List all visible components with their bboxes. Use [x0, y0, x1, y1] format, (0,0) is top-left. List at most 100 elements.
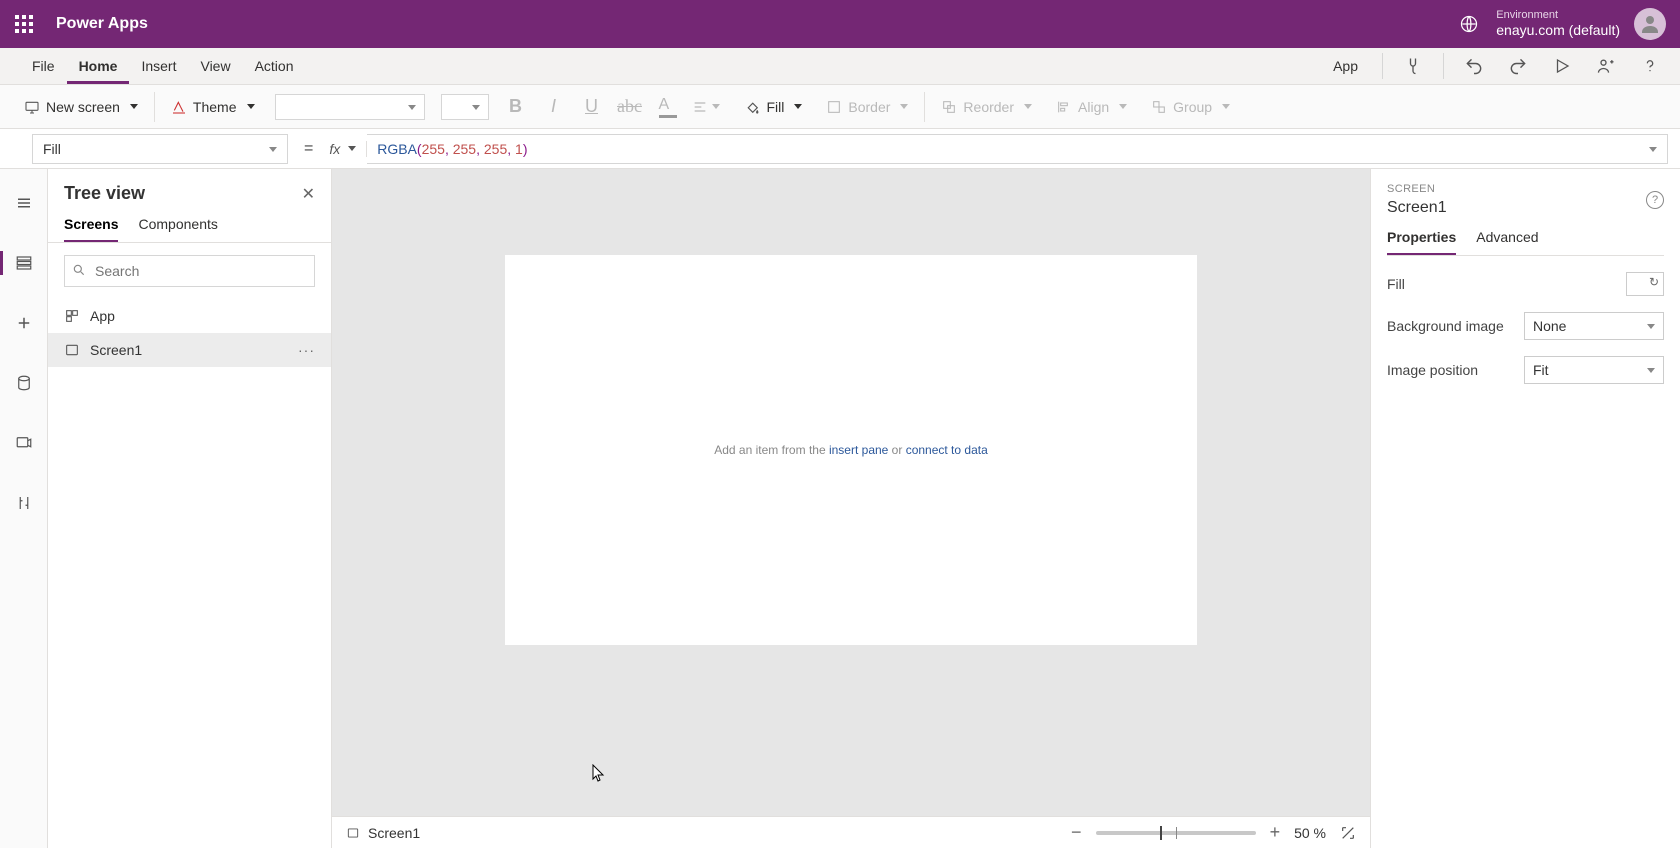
- reorder-button[interactable]: Reorder: [929, 85, 1044, 128]
- zoom-in-button[interactable]: +: [1270, 822, 1281, 843]
- tree-list: App Screen1 ···: [48, 299, 331, 848]
- status-crumb[interactable]: Screen1: [368, 825, 420, 841]
- formula-input[interactable]: RGBA(255, 255, 255, 1): [367, 134, 1668, 164]
- menu-insert[interactable]: Insert: [129, 48, 188, 84]
- theme-icon: [171, 99, 187, 115]
- prop-fill-swatch[interactable]: [1626, 272, 1664, 296]
- app-object-button[interactable]: App: [1321, 58, 1370, 74]
- info-icon[interactable]: ?: [1646, 191, 1664, 209]
- rail-advanced-tools-icon[interactable]: [0, 483, 48, 523]
- separator: [924, 92, 925, 122]
- fx-label: fx: [329, 141, 340, 157]
- border-label: Border: [848, 99, 890, 115]
- menu-view[interactable]: View: [188, 48, 242, 84]
- group-button[interactable]: Group: [1139, 85, 1242, 128]
- rail-media-icon[interactable]: [0, 423, 48, 463]
- italic-button[interactable]: I: [535, 85, 573, 128]
- theme-button[interactable]: Theme: [159, 85, 267, 128]
- menu-bar: File Home Insert View Action App: [0, 48, 1680, 85]
- rail-hamburger-icon[interactable]: [0, 183, 48, 223]
- fx-button[interactable]: fx: [329, 141, 367, 157]
- tree-item-label: Screen1: [90, 342, 142, 358]
- redo-icon[interactable]: [1500, 48, 1536, 84]
- props-caption: SCREEN: [1387, 183, 1646, 195]
- environment-label: Environment: [1496, 9, 1620, 22]
- tab-advanced[interactable]: Advanced: [1476, 229, 1538, 255]
- close-icon[interactable]: ✕: [302, 184, 315, 204]
- font-family-dropdown[interactable]: [275, 94, 425, 120]
- bold-button[interactable]: B: [497, 85, 535, 128]
- formula-bar: Fill = fx RGBA(255, 255, 255, 1): [0, 129, 1680, 169]
- font-color-button[interactable]: A: [649, 85, 687, 128]
- app-launcher-icon[interactable]: [14, 14, 34, 34]
- menu-file[interactable]: File: [20, 48, 67, 84]
- body: Tree view ✕ Screens Components App Scree…: [0, 169, 1680, 848]
- app-checker-icon[interactable]: [1395, 48, 1431, 84]
- menu-home[interactable]: Home: [67, 48, 130, 84]
- equals-label: =: [288, 140, 329, 158]
- insert-pane-link[interactable]: insert pane: [829, 443, 888, 457]
- tree-item-screen1[interactable]: Screen1 ···: [48, 333, 331, 367]
- undo-icon[interactable]: [1456, 48, 1492, 84]
- canvas-screen[interactable]: Add an item from the insert pane or conn…: [505, 255, 1197, 645]
- play-icon[interactable]: [1544, 48, 1580, 84]
- environment-icon[interactable]: [1456, 11, 1482, 37]
- align-icon: [692, 99, 708, 115]
- user-avatar[interactable]: [1634, 8, 1666, 40]
- screen-icon: [24, 99, 40, 115]
- paint-bucket-icon: [743, 98, 761, 116]
- share-icon[interactable]: [1588, 48, 1624, 84]
- property-selector-label: Fill: [43, 141, 61, 157]
- align-button[interactable]: Align: [1044, 85, 1139, 128]
- environment-name: enayu.com (default): [1496, 22, 1620, 39]
- underline-button[interactable]: U: [573, 85, 611, 128]
- border-button[interactable]: Border: [814, 85, 920, 128]
- title-bar: Power Apps Environment enayu.com (defaul…: [0, 0, 1680, 48]
- screen-icon: [346, 826, 360, 840]
- props-screen-name: Screen1: [1387, 199, 1646, 217]
- separator: [1443, 53, 1444, 79]
- tab-components[interactable]: Components: [138, 216, 217, 242]
- connect-data-link[interactable]: connect to data: [906, 443, 988, 457]
- screen-icon: [64, 342, 80, 358]
- strikethrough-button[interactable]: abc: [611, 85, 649, 128]
- align-label: Align: [1078, 99, 1109, 115]
- canvas-hint: Add an item from the insert pane or conn…: [714, 443, 988, 457]
- property-selector[interactable]: Fill: [32, 134, 288, 164]
- tree-item-label: App: [90, 308, 115, 324]
- canvas-area: Add an item from the insert pane or conn…: [332, 169, 1370, 848]
- tab-properties[interactable]: Properties: [1387, 229, 1456, 255]
- zoom-slider[interactable]: [1096, 831, 1256, 835]
- new-screen-button[interactable]: New screen: [12, 85, 150, 128]
- prop-fill-label: Fill: [1387, 276, 1616, 292]
- text-align-button[interactable]: [687, 85, 725, 128]
- prop-bg-select[interactable]: None: [1524, 312, 1664, 340]
- rail-data-icon[interactable]: [0, 363, 48, 403]
- app-icon: [64, 308, 80, 324]
- more-icon[interactable]: ···: [298, 342, 315, 358]
- fill-label: Fill: [767, 99, 785, 115]
- separator: [1382, 53, 1383, 79]
- prop-imgpos-select[interactable]: Fit: [1524, 356, 1664, 384]
- border-icon: [826, 99, 842, 115]
- tree-item-app[interactable]: App: [48, 299, 331, 333]
- font-size-dropdown[interactable]: [441, 94, 489, 120]
- fit-screen-icon[interactable]: [1340, 825, 1356, 841]
- menu-action[interactable]: Action: [243, 48, 306, 84]
- help-icon[interactable]: [1632, 48, 1668, 84]
- fill-button[interactable]: Fill: [725, 85, 815, 128]
- search-input[interactable]: [64, 255, 315, 287]
- font-color-icon: A: [659, 96, 677, 118]
- cursor-icon: [592, 764, 606, 782]
- new-screen-label: New screen: [46, 99, 120, 115]
- group-icon: [1151, 99, 1167, 115]
- tree-view-panel: Tree view ✕ Screens Components App Scree…: [48, 169, 332, 848]
- rail-tree-view-icon[interactable]: [0, 243, 48, 283]
- rail-insert-icon[interactable]: [0, 303, 48, 343]
- prop-imgpos-label: Image position: [1387, 362, 1514, 378]
- environment-selector[interactable]: Environment enayu.com (default): [1496, 9, 1620, 39]
- tab-screens[interactable]: Screens: [64, 216, 118, 242]
- app-title: Power Apps: [56, 15, 148, 33]
- prop-bg-label: Background image: [1387, 318, 1514, 334]
- zoom-out-button[interactable]: −: [1071, 822, 1082, 843]
